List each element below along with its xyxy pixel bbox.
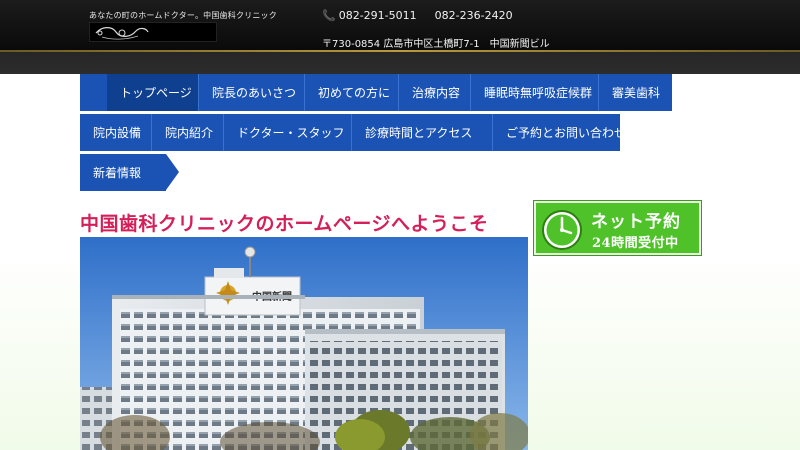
building-image: 中国新聞: [80, 237, 528, 450]
site-header: あなたの町のホームドクター。中国歯科クリニック 📞 082-291-5011 08…: [0, 0, 800, 74]
phone-numbers: 📞 082-291-5011 082-236-2420: [322, 8, 513, 23]
site-tagline: あなたの町のホームドクター。中国歯科クリニック: [89, 11, 277, 20]
clinic-building-photo: 中国新聞: [80, 237, 528, 450]
nav-row-1: トップページ 院長のあいさつ 初めての方に 治療内容 睡眠時無呼吸症候群 審美歯…: [107, 74, 672, 111]
nav-hours-access[interactable]: 診療時間とアクセス: [352, 114, 493, 151]
nav-news[interactable]: 新着情報: [80, 154, 179, 191]
welcome-title: 中国歯科クリニックのホームページへようこそ: [80, 213, 489, 235]
nav-treatments[interactable]: 治療内容: [399, 74, 471, 111]
nav-top-page[interactable]: トップページ: [107, 74, 199, 111]
online-reservation-banner[interactable]: ネット予約 24時間受付中: [533, 200, 702, 256]
phone-number-1[interactable]: 082-291-5011: [339, 9, 417, 22]
logo-ornament-icon: [95, 27, 149, 40]
clinic-logo[interactable]: [89, 22, 217, 42]
phone-number-2[interactable]: 082-236-2420: [435, 9, 513, 22]
nav-cosmetic[interactable]: 審美歯科: [599, 74, 672, 111]
nav-equipment[interactable]: 院内設備: [80, 114, 152, 151]
clock-icon: [542, 210, 582, 250]
nav-reservation-contact[interactable]: ご予約とお問い合わせ: [493, 114, 626, 151]
nav-first-visit[interactable]: 初めての方に: [305, 74, 399, 111]
header-gold-line: [0, 50, 800, 52]
nav-arrow-decoration: [80, 74, 121, 111]
nav-greeting[interactable]: 院長のあいさつ: [199, 74, 305, 111]
clinic-address: 〒730-0854 広島市中区土橋町7-1 中国新聞ビル: [322, 39, 550, 50]
nav-clinic-intro[interactable]: 院内紹介: [152, 114, 224, 151]
nav-doctors-staff[interactable]: ドクター・スタッフ: [224, 114, 352, 151]
phone-icon: 📞: [322, 9, 336, 22]
nav-sleep-apnea[interactable]: 睡眠時無呼吸症候群: [471, 74, 599, 111]
banner-subtitle: 24時間受付中: [592, 236, 679, 251]
banner-title: ネット予約: [591, 212, 681, 232]
nav-row-2: 院内設備 院内紹介 ドクター・スタッフ 診療時間とアクセス ご予約とお問い合わせ: [80, 114, 626, 151]
